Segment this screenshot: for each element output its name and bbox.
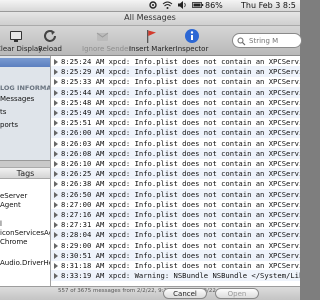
sidebar-selection: [0, 58, 50, 67]
disclosure-triangle-icon[interactable]: [54, 130, 58, 137]
toolbar: Clear Display Reload Ignore Sender Inser…: [0, 26, 302, 56]
disclosure-triangle-icon[interactable]: [54, 99, 58, 106]
disclosure-triangle-icon[interactable]: [54, 201, 58, 208]
sidebar-item-messages[interactable]: Messages: [0, 94, 34, 104]
search-field[interactable]: [232, 33, 302, 48]
volume-icon[interactable]: [177, 0, 188, 11]
reload-label: Reload: [38, 45, 62, 53]
insert-marker-label: Insert Marker: [129, 45, 176, 53]
disclosure-triangle-icon[interactable]: [54, 222, 58, 229]
status-bar: 557 of 3675 messages from 2/2/22, 9:20:2…: [0, 286, 300, 300]
menu-bar: 86% Thu Feb 3 8:5: [0, 0, 300, 12]
battery-icon[interactable]: [192, 0, 204, 11]
tags-header: Tags: [0, 168, 50, 179]
inspector-button[interactable]: Inspector: [175, 28, 209, 54]
sidebar-item-ts[interactable]: ts: [0, 107, 6, 117]
clear-display-label: Clear Display: [0, 45, 43, 53]
log-row[interactable]: 8:33:19 AM xpcd: Warning: NSBundle NSBun…: [51, 270, 300, 282]
disclosure-triangle-icon[interactable]: [54, 191, 58, 198]
gear-icon[interactable]: [148, 0, 158, 11]
search-icon: [237, 37, 246, 46]
disclosure-triangle-icon[interactable]: [54, 252, 58, 259]
sidebar-splitter[interactable]: [0, 160, 50, 168]
wifi-icon[interactable]: [162, 0, 173, 11]
log-list[interactable]: 8:25:24 AM xpcd: Info.plist does not con…: [51, 56, 300, 286]
log-row-text: 8:33:19 AM xpcd: Warning: NSBundle NSBun…: [61, 271, 300, 281]
disclosure-triangle-icon[interactable]: [54, 150, 58, 157]
info-icon: [185, 29, 199, 43]
window-title: All Messages: [124, 13, 176, 22]
cancel-button[interactable]: Cancel: [163, 288, 207, 299]
sidebar: LOG INFORMA... Messages ts ports Tags eS…: [0, 56, 51, 286]
tag-item[interactable]: eServer: [0, 192, 27, 201]
menubar-clock[interactable]: Thu Feb 3 8:5: [241, 0, 296, 11]
disclosure-triangle-icon[interactable]: [54, 59, 58, 65]
inspector-label: Inspector: [175, 45, 209, 53]
sidebar-item-ports[interactable]: ports: [0, 120, 18, 130]
flag-icon: [147, 30, 156, 43]
disclosure-triangle-icon[interactable]: [54, 120, 58, 127]
tag-item[interactable]: Chrome: [0, 238, 27, 247]
disclosure-triangle-icon[interactable]: [54, 79, 58, 86]
sidebar-header-log-info: LOG INFORMA...: [0, 84, 51, 92]
disclosure-triangle-icon[interactable]: [54, 171, 58, 178]
disclosure-triangle-icon[interactable]: [54, 181, 58, 188]
insert-marker-button[interactable]: Insert Marker: [129, 28, 176, 54]
disclosure-triangle-icon[interactable]: [54, 140, 58, 147]
window-titlebar[interactable]: All Messages: [0, 12, 300, 26]
disclosure-triangle-icon[interactable]: [54, 69, 58, 76]
disclosure-triangle-icon[interactable]: [54, 263, 58, 269]
disclosure-triangle-icon[interactable]: [54, 161, 58, 167]
reload-button[interactable]: Reload: [37, 28, 63, 54]
search-input[interactable]: [249, 35, 299, 46]
tags-list: eServer Agent l iconServicesAgent Chrome…: [0, 179, 50, 286]
disclosure-triangle-icon[interactable]: [54, 242, 58, 249]
clear-display-button[interactable]: Clear Display: [0, 28, 43, 54]
reload-icon: [44, 30, 56, 42]
open-button[interactable]: Open: [215, 288, 259, 299]
tag-item[interactable]: iconServicesAgent: [0, 229, 50, 238]
ignore-sender-label: Ignore Sender: [82, 45, 132, 53]
ignore-sender-icon: [96, 32, 109, 41]
ignore-sender-button[interactable]: Ignore Sender: [82, 28, 132, 54]
battery-percent: 86%: [205, 1, 223, 10]
tag-item[interactable]: Audio.DriverHelper: [0, 259, 50, 268]
tag-item[interactable]: l: [0, 220, 2, 229]
disclosure-triangle-icon[interactable]: [54, 89, 58, 96]
tag-item[interactable]: Agent: [0, 201, 21, 210]
disclosure-triangle-icon[interactable]: [54, 110, 58, 116]
clear-display-icon: [10, 31, 22, 42]
disclosure-triangle-icon[interactable]: [54, 273, 58, 280]
disclosure-triangle-icon[interactable]: [54, 212, 58, 218]
disclosure-triangle-icon[interactable]: [54, 232, 58, 239]
